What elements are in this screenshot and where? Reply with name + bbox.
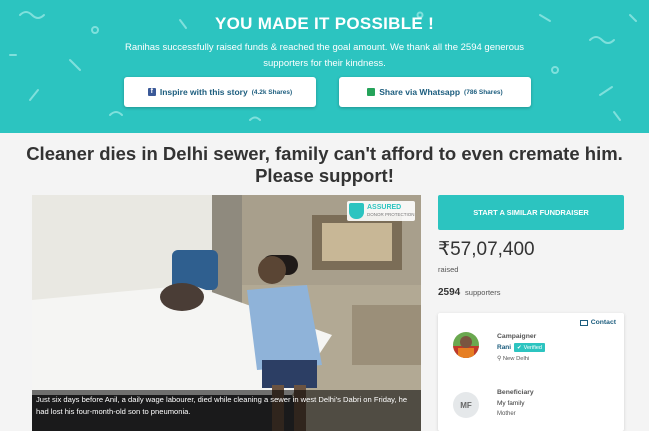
supporters-label: supporters [465,288,501,297]
campaigner-location: ⚲ New Delhi [497,356,529,362]
beneficiary-name: My family [497,400,525,407]
assured-badge-title: ASSURED [367,204,402,211]
campaign-title: Cleaner dies in Delhi sewer, family can'… [26,143,623,186]
inspire-share-label: Inspire with this story [159,87,248,97]
inspire-share-button[interactable]: f Inspire with this story (4.2k Shares) [124,77,316,107]
success-banner: YOU MADE IT POSSIBLE ! Ranihas successfu… [0,0,649,133]
campaign-photo[interactable]: ASSURED DONOR PROTECTION Just six days b… [32,195,421,431]
whatsapp-icon [367,88,376,96]
assured-badge-subtitle: DONOR PROTECTION [367,212,415,217]
contact-label: Contact [590,319,616,326]
amount-raised: ₹57,07,400 [438,239,535,260]
mail-icon [579,319,588,326]
verified-badge: ✔ Verified [514,343,545,352]
location-pin-icon: ⚲ [497,356,502,362]
beneficiary-role: Beneficiary [497,389,534,396]
inspire-share-count: (4.2k Shares) [251,88,293,96]
facebook-icon: f [147,88,156,96]
whatsapp-share-button[interactable]: Share via Whatsapp (786 Shares) [339,77,531,107]
assured-badge: ASSURED DONOR PROTECTION [347,201,415,221]
verified-label: Verified [523,344,542,351]
check-icon: ✔ [517,344,522,351]
campaigner-avatar [453,332,479,358]
supporters-count: 2594 [438,287,461,298]
beneficiary-avatar: MF [453,392,479,418]
campaigner-role: Campaigner [497,333,537,340]
whatsapp-share-count: (786 Shares) [464,88,503,96]
contact-link[interactable]: Contact [579,319,616,326]
whatsapp-share-label: Share via Whatsapp [379,87,461,97]
banner-message: Ranihas successfully raised funds & reac… [124,42,525,69]
supporters-count-row[interactable]: 2594 supporters [438,287,500,298]
raised-label: raised [438,265,459,274]
location-label: New Delhi [502,356,530,362]
organizer-card: Contact Campaigner Rani ✔ Verified ⚲ New… [438,313,624,431]
campaigner-name[interactable]: Rani [497,344,511,351]
beneficiary-relation: Mother [497,411,516,417]
start-fundraiser-button[interactable]: START A SIMILAR FUNDRAISER [438,195,624,230]
shield-icon [349,203,364,219]
banner-heading: YOU MADE IT POSSIBLE ! [214,14,435,33]
photo-caption: Just six days before Anil, a daily wage … [32,390,421,431]
